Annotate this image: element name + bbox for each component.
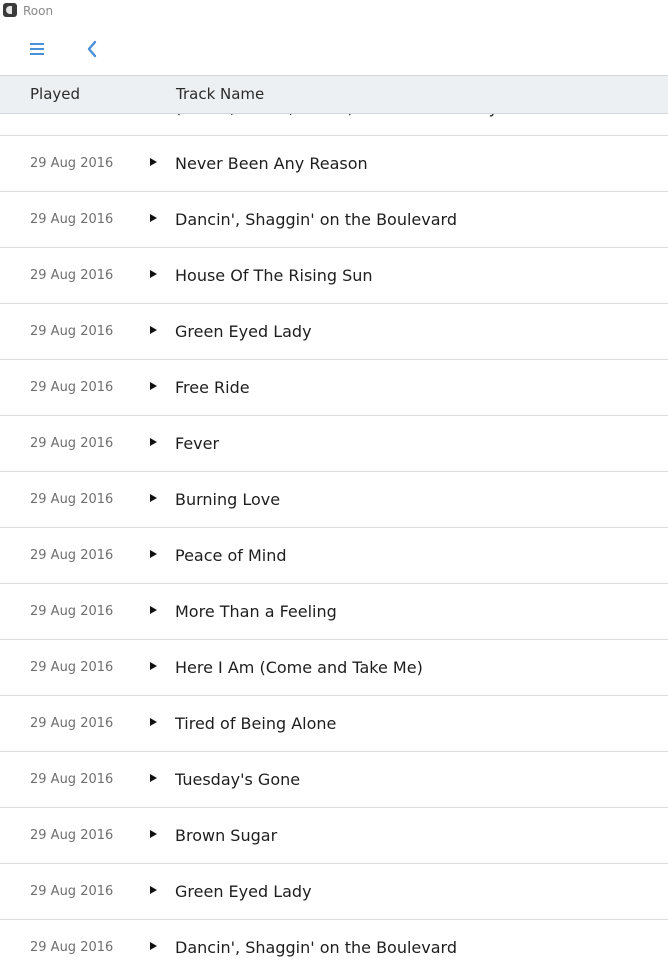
played-date: 29 Aug 2016 [30,268,114,283]
table-row[interactable]: 29 Aug 2016 Dancin', Shaggin' on the Boul… [0,192,668,248]
play-icon[interactable] [150,830,157,838]
table-row[interactable]: 29 Aug 2016 More Than a Feeling [0,584,668,640]
table-row[interactable]: 29 Aug 2016 Green Eyed Lady [0,864,668,920]
play-icon[interactable] [150,550,157,558]
track-name-link[interactable]: Fever [175,434,219,454]
track-name-link[interactable]: Peace of Mind [175,546,287,566]
played-date: 29 Aug 2016 [30,716,114,731]
play-icon[interactable] [150,606,157,614]
table-row[interactable]: 29 Aug 2016 Free Ride [0,360,668,416]
track-name-link[interactable]: House Of The Rising Sun [175,266,373,286]
table-row[interactable]: 29 Aug 2016 Never Been Any Reason [0,136,668,192]
played-date: 29 Aug 2016 [30,548,114,563]
played-date: 29 Aug 2016 [30,772,114,787]
play-icon[interactable] [150,494,157,502]
played-date: 29 Aug 2016 [30,604,114,619]
window-title: Roon [23,4,54,18]
track-name-link[interactable]: Green Eyed Lady [175,322,312,342]
table-row[interactable]: 29 Aug 2016 Tired of Being Alone [0,696,668,752]
play-icon[interactable] [150,774,157,782]
track-name-link[interactable]: Brown Sugar [175,826,277,846]
track-history-list[interactable]: 29 Aug 2016 (Shake, Shake, Shake) Shake Y… [0,114,668,972]
track-name-link[interactable]: Never Been Any Reason [175,154,368,174]
play-icon[interactable] [150,214,157,222]
play-icon[interactable] [150,942,157,950]
column-header-played[interactable]: Played [30,85,80,103]
hamburger-menu-icon[interactable] [28,40,48,58]
table-row[interactable]: 29 Aug 2016 Burning Love [0,472,668,528]
track-name-link[interactable]: Dancin', Shaggin' on the Boulevard [175,938,457,958]
column-header-track-name[interactable]: Track Name [176,85,264,103]
track-name-link[interactable]: More Than a Feeling [175,602,337,622]
play-icon[interactable] [150,886,157,894]
table-header: Played Track Name [0,75,668,114]
table-row[interactable]: 29 Aug 2016 House Of The Rising Sun [0,248,668,304]
played-date: 29 Aug 2016 [30,380,114,395]
track-name-link[interactable]: Burning Love [175,490,280,510]
track-history-rows: 29 Aug 2016 (Shake, Shake, Shake) Shake Y… [0,114,668,972]
table-row[interactable]: 29 Aug 2016 (Shake, Shake, Shake) Shake Y… [0,114,668,136]
played-date: 29 Aug 2016 [30,114,113,116]
play-icon[interactable] [150,718,157,726]
track-name-link[interactable]: Dancin', Shaggin' on the Boulevard [175,210,457,230]
table-row[interactable]: 29 Aug 2016 Dancin', Shaggin' on the Boul… [0,920,668,972]
played-date: 29 Aug 2016 [30,324,114,339]
table-row[interactable]: 29 Aug 2016 Here I Am (Come and Take Me) [0,640,668,696]
played-date: 29 Aug 2016 [30,884,114,899]
played-date: 29 Aug 2016 [30,156,114,171]
played-date: 29 Aug 2016 [30,212,114,227]
play-icon[interactable] [150,382,157,390]
track-name-link[interactable]: (Shake, Shake, Shake) Shake Your Booty [175,114,498,118]
played-date: 29 Aug 2016 [30,828,114,843]
table-row[interactable]: 29 Aug 2016 Green Eyed Lady [0,304,668,360]
table-row[interactable]: 29 Aug 2016 Peace of Mind [0,528,668,584]
play-icon[interactable] [150,158,157,166]
played-date: 29 Aug 2016 [30,940,114,955]
track-name-link[interactable]: Tired of Being Alone [175,714,336,734]
table-row[interactable]: 29 Aug 2016 Brown Sugar [0,808,668,864]
table-row[interactable]: 29 Aug 2016 Fever [0,416,668,472]
played-date: 29 Aug 2016 [30,492,114,507]
played-date: 29 Aug 2016 [30,660,114,675]
track-name-link[interactable]: Here I Am (Come and Take Me) [175,658,423,678]
play-icon[interactable] [150,662,157,670]
roon-logo-icon [3,3,17,17]
track-name-link[interactable]: Free Ride [175,378,250,398]
table-row[interactable]: 29 Aug 2016 Tuesday's Gone [0,752,668,808]
play-icon[interactable] [150,326,157,334]
track-name-link[interactable]: Tuesday's Gone [175,770,300,790]
title-bar: Roon [0,0,668,22]
played-date: 29 Aug 2016 [30,436,114,451]
chevron-left-icon[interactable] [80,37,104,61]
toolbar [0,22,668,75]
play-icon[interactable] [150,438,157,446]
play-icon[interactable] [150,270,157,278]
track-name-link[interactable]: Green Eyed Lady [175,882,312,902]
